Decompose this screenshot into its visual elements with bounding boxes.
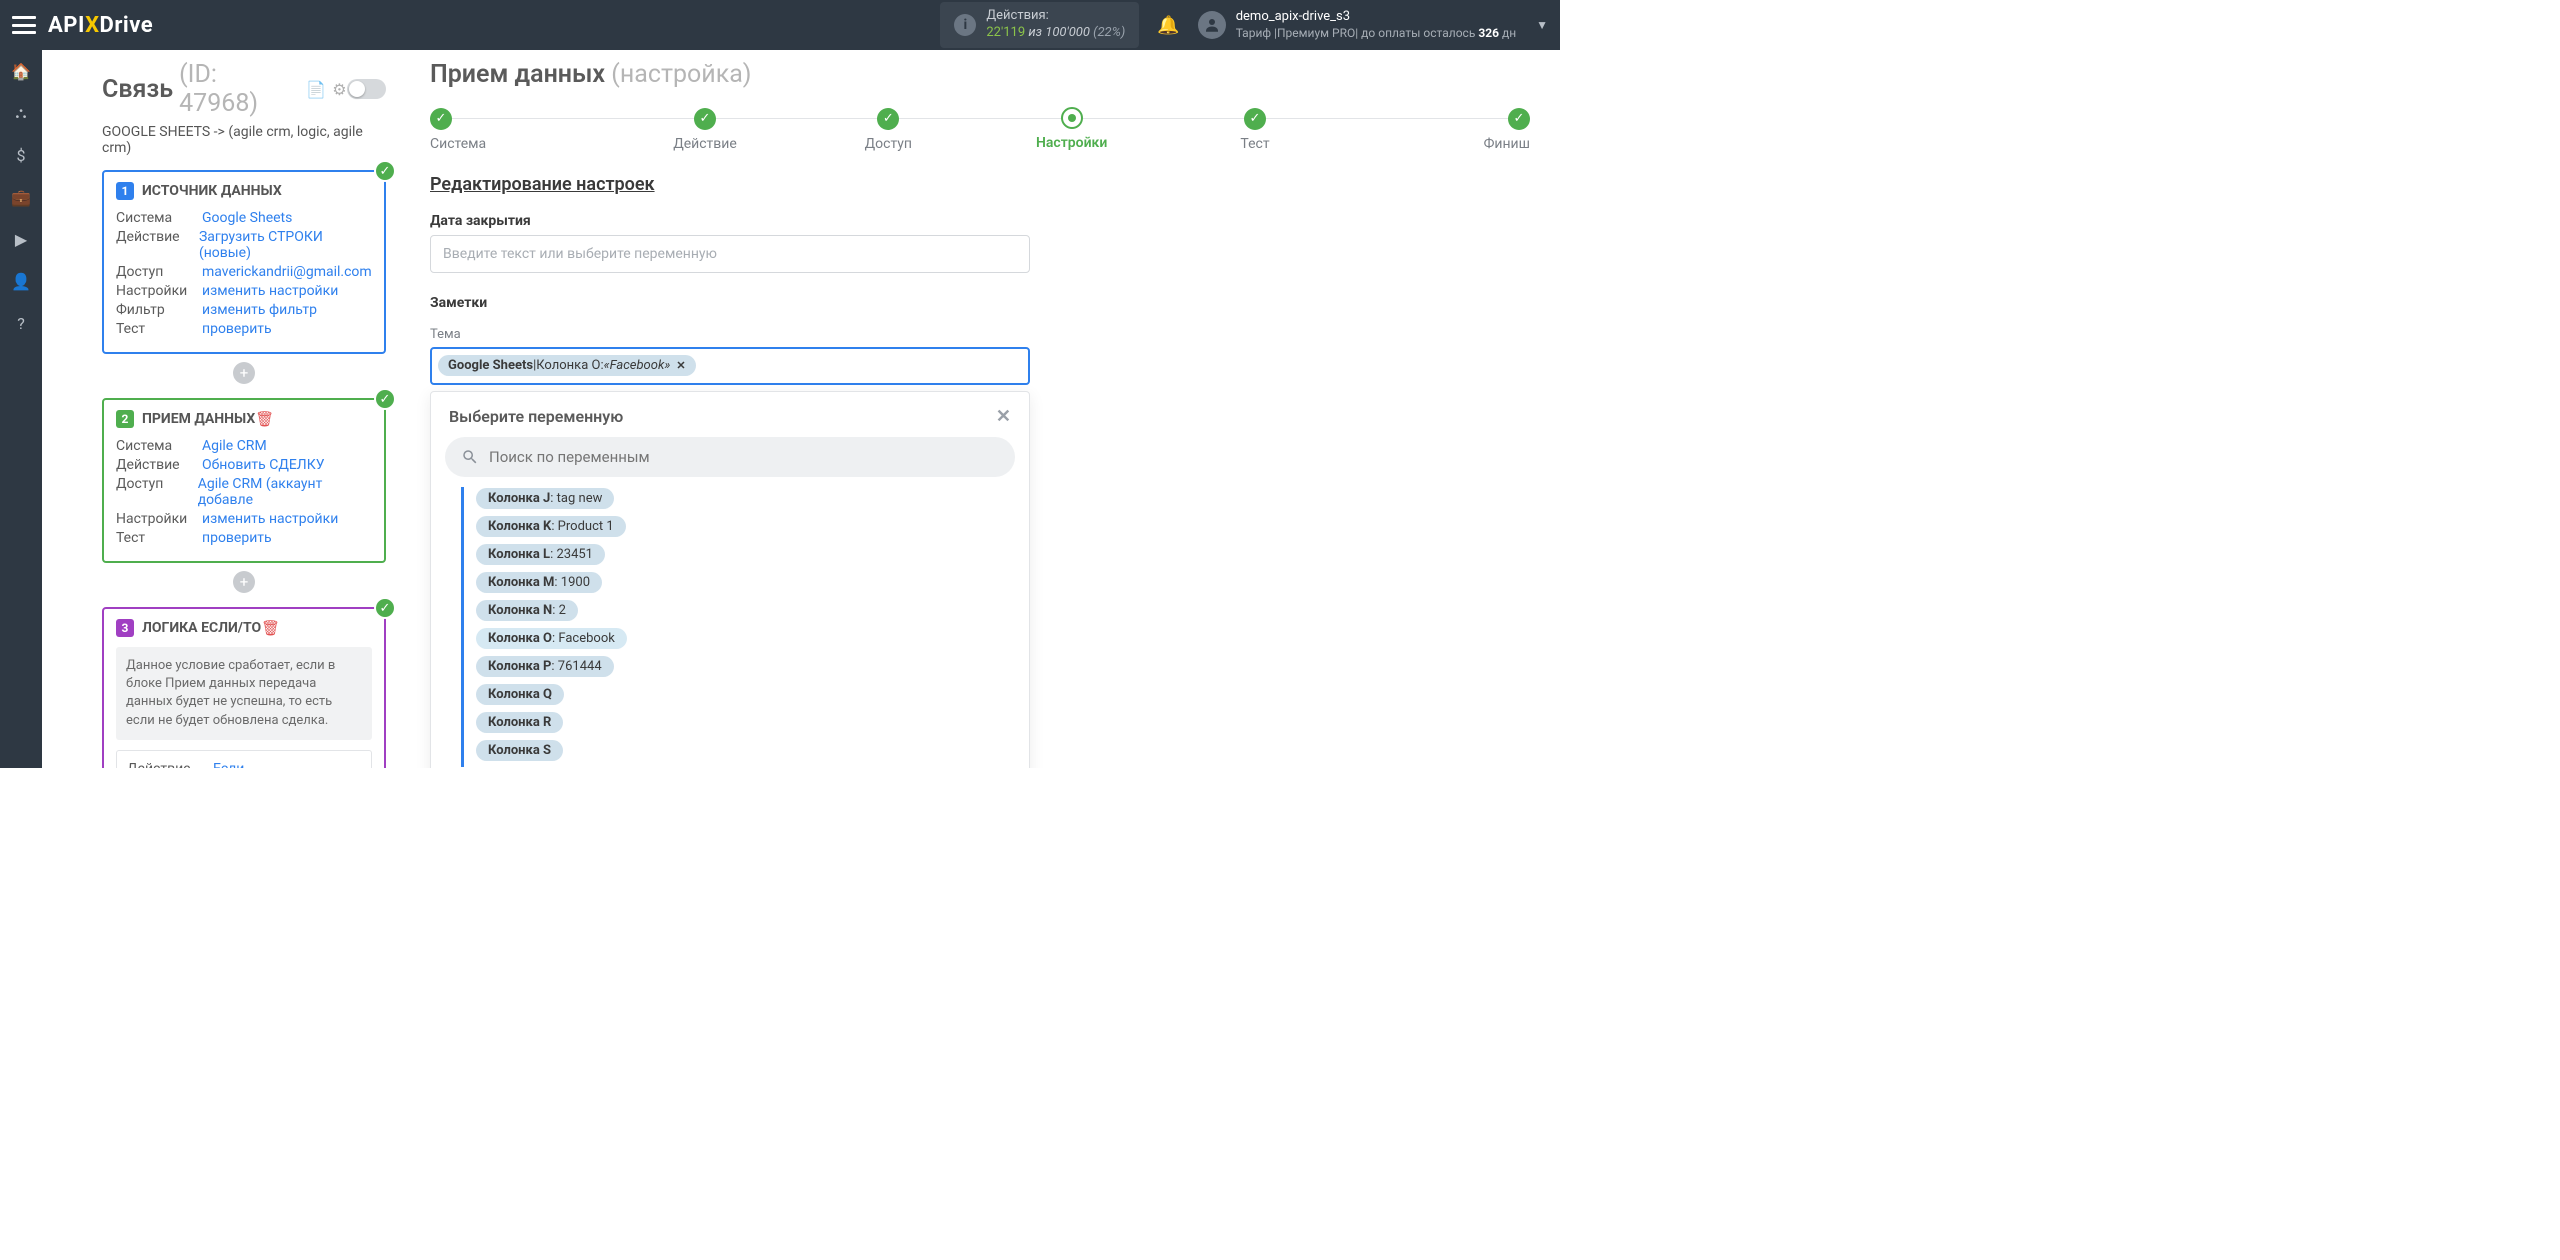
- source-test[interactable]: проверить: [202, 321, 272, 337]
- trash-icon[interactable]: 🗑: [255, 410, 274, 428]
- variable-option[interactable]: Колонка N: 2: [476, 600, 578, 621]
- source-access[interactable]: maverickandrii@gmail.com: [202, 264, 372, 280]
- link-description: GOOGLE SHEETS -> (agile crm, logic, agil…: [102, 124, 386, 156]
- logic-block: ✓ 3ЛОГИКА ЕСЛИ/ТО🗑 Данное условие сработ…: [102, 607, 386, 768]
- dest-action[interactable]: Обновить СДЕЛКУ: [202, 457, 325, 473]
- notes-label: Заметки: [430, 295, 1530, 311]
- variable-option[interactable]: Колонка J: tag new: [476, 488, 614, 509]
- variable-option[interactable]: Колонка M: 1900: [476, 572, 602, 593]
- block-number: 3: [116, 619, 134, 637]
- section-title: Редактирование настроек: [430, 174, 1530, 195]
- actions-counter[interactable]: i Действия: 22'119 из 100'000 (22%): [940, 2, 1139, 48]
- theme-label: Тема: [430, 327, 1530, 342]
- nav-briefcase-icon[interactable]: 💼: [10, 186, 32, 208]
- dropdown-title: Выберите переменную: [449, 407, 996, 426]
- nav-video-icon[interactable]: ▶: [10, 228, 32, 250]
- source-settings[interactable]: изменить настройки: [202, 283, 338, 299]
- check-icon: ✓: [374, 160, 396, 182]
- side-nav: 🏠 ⛬ $ 💼 ▶ 👤 ?: [0, 50, 42, 768]
- variable-chip[interactable]: Google Sheets | Колонка O: «Facebook» ✕: [438, 355, 696, 376]
- destination-block: ✓ 2ПРИЕМ ДАННЫХ🗑 СистемаAgile CRM Действ…: [102, 398, 386, 563]
- remove-chip-icon[interactable]: ✕: [676, 359, 685, 372]
- username: demo_apix-drive_s3: [1236, 9, 1516, 26]
- search-input[interactable]: [489, 448, 999, 466]
- close-date-input[interactable]: [430, 235, 1030, 273]
- variable-option[interactable]: Колонка K: Product 1: [476, 516, 626, 537]
- variable-option[interactable]: Колонка O: Facebook: [476, 628, 627, 649]
- check-icon: ✓: [374, 597, 396, 619]
- link-title: Связь: [102, 75, 173, 104]
- step-done-icon[interactable]: ✓: [430, 108, 452, 130]
- step-done-icon[interactable]: ✓: [694, 108, 716, 130]
- info-icon: i: [954, 14, 976, 36]
- condition-note: Данное условие сработает, если в блоке П…: [116, 647, 372, 740]
- block-title: ЛОГИКА ЕСЛИ/ТО: [142, 620, 261, 636]
- dest-system[interactable]: Agile CRM: [202, 438, 267, 454]
- logic-action[interactable]: Если: [213, 761, 244, 768]
- block-title: ПРИЕМ ДАННЫХ: [142, 411, 255, 427]
- variable-option[interactable]: Колонка S: [476, 740, 563, 761]
- chevron-down-icon[interactable]: ▼: [1536, 18, 1548, 32]
- step-done-icon[interactable]: ✓: [1508, 108, 1530, 130]
- nav-connections-icon[interactable]: ⛬: [10, 102, 32, 124]
- variable-dropdown: Выберите переменную ✕ Колонка J: tag new…: [430, 391, 1030, 769]
- variable-option[interactable]: Колонка P: 761444: [476, 656, 614, 677]
- logo[interactable]: APIXDrive: [48, 13, 153, 38]
- bell-icon[interactable]: 🔔: [1157, 15, 1179, 36]
- variable-option[interactable]: Колонка Q: [476, 684, 564, 705]
- trash-icon[interactable]: 🗑: [261, 619, 280, 637]
- block-number: 2: [116, 410, 134, 428]
- add-step-button[interactable]: +: [233, 571, 255, 593]
- check-icon: ✓: [374, 388, 396, 410]
- date-label: Дата закрытия: [430, 213, 1530, 229]
- tariff-line: Тариф |Премиум PRO| до оплаты осталось 3…: [1236, 26, 1516, 42]
- dest-settings[interactable]: изменить настройки: [202, 511, 338, 527]
- add-step-button[interactable]: +: [233, 362, 255, 384]
- block-title: ИСТОЧНИК ДАННЫХ: [142, 183, 282, 199]
- theme-input[interactable]: Google Sheets | Колонка O: «Facebook» ✕: [430, 347, 1030, 385]
- avatar-icon: [1198, 11, 1226, 39]
- right-panel: Прием данных (настройка) ✓Система ✓Дейст…: [400, 50, 1560, 768]
- source-filter[interactable]: изменить фильтр: [202, 302, 317, 318]
- nav-help-icon[interactable]: ?: [10, 312, 32, 334]
- source-system[interactable]: Google Sheets: [202, 210, 292, 226]
- page-title: Прием данных (настройка): [430, 60, 1530, 89]
- variable-option[interactable]: Колонка L: 23451: [476, 544, 605, 565]
- actions-text: Действия: 22'119 из 100'000 (22%): [986, 8, 1125, 42]
- gear-icon[interactable]: ⚙: [332, 80, 346, 99]
- enable-toggle[interactable]: [347, 79, 386, 99]
- step-done-icon[interactable]: ✓: [877, 108, 899, 130]
- nav-billing-icon[interactable]: $: [10, 144, 32, 166]
- step-done-icon[interactable]: ✓: [1244, 108, 1266, 130]
- left-panel: Связь (ID: 47968) 📄 ⚙ GOOGLE SHEETS -> (…: [42, 50, 400, 768]
- search-icon: [461, 448, 479, 466]
- step-current-icon[interactable]: [1061, 107, 1083, 129]
- app-header: APIXDrive i Действия: 22'119 из 100'000 …: [0, 0, 1560, 50]
- dest-test[interactable]: проверить: [202, 530, 272, 546]
- wizard-steps: ✓Система ✓Действие ✓Доступ Настройки ✓Те…: [430, 107, 1530, 152]
- nav-user-icon[interactable]: 👤: [10, 270, 32, 292]
- nav-home-icon[interactable]: 🏠: [10, 60, 32, 82]
- close-icon[interactable]: ✕: [996, 406, 1011, 427]
- dest-access[interactable]: Agile CRM (аккаунт добавле: [198, 476, 372, 508]
- source-action[interactable]: Загрузить СТРОКИ (новые): [199, 229, 372, 261]
- block-number: 1: [116, 182, 134, 200]
- user-menu[interactable]: demo_apix-drive_s3 Тариф |Премиум PRO| д…: [1198, 9, 1516, 41]
- variable-option[interactable]: Колонка R: [476, 712, 563, 733]
- link-id: (ID: 47968): [179, 60, 300, 118]
- menu-icon[interactable]: [12, 16, 36, 34]
- document-icon[interactable]: 📄: [306, 80, 326, 99]
- dropdown-list[interactable]: Колонка J: tag new Колонка K: Product 1 Ко…: [431, 487, 1029, 769]
- dropdown-search[interactable]: [445, 437, 1015, 477]
- source-block: ✓ 1ИСТОЧНИК ДАННЫХ СистемаGoogle Sheets …: [102, 170, 386, 354]
